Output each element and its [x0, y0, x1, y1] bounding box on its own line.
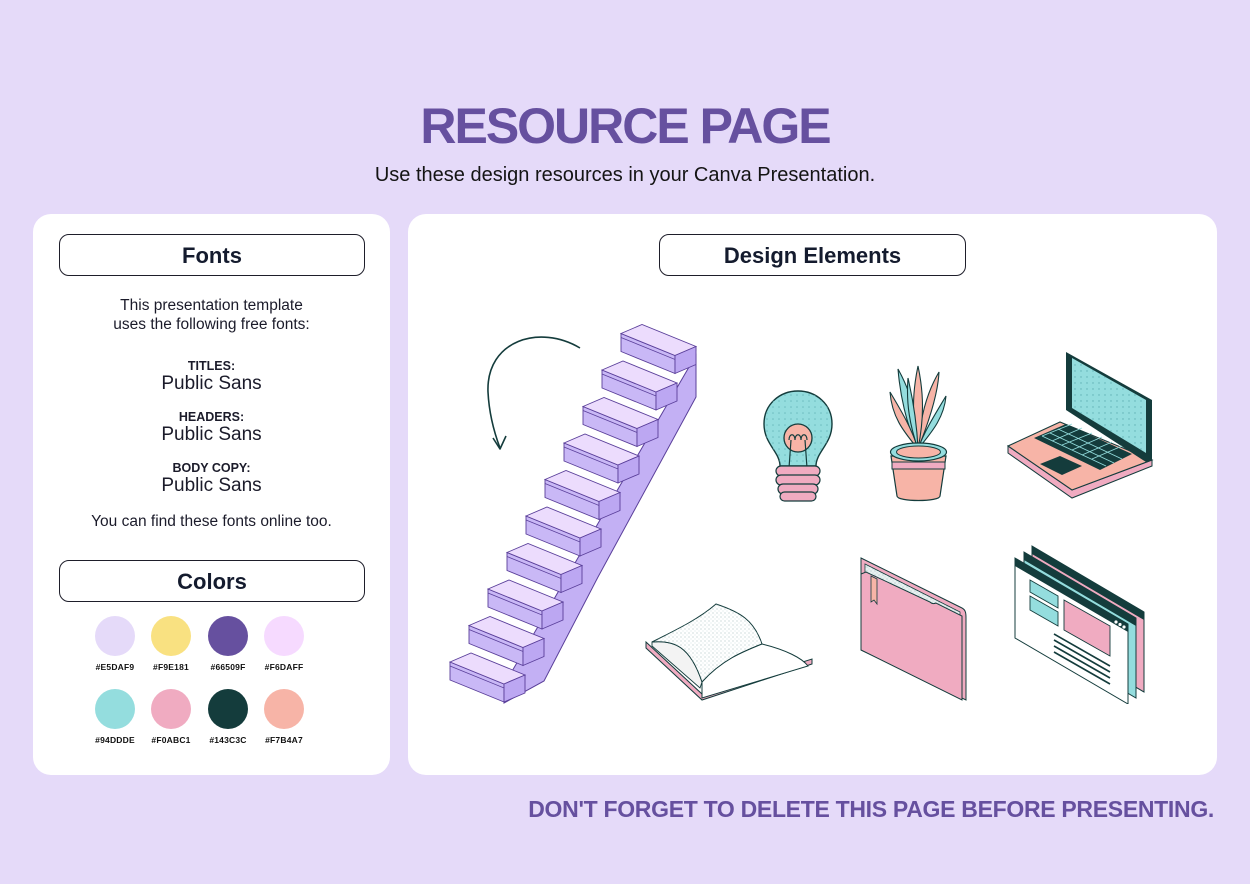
color-swatch-circle [208, 689, 248, 729]
lightbulb-icon [763, 390, 833, 502]
fonts-colors-card: Fonts This presentation template uses th… [33, 214, 390, 775]
font-entry-headers: HEADERS: Public Sans [33, 410, 390, 446]
color-swatch: #F6DAFF [249, 616, 319, 672]
fonts-heading: Fonts [59, 234, 365, 276]
font-entry-name: Public Sans [161, 373, 262, 394]
design-elements-card: Design Elements [408, 214, 1217, 775]
fonts-intro-line2: uses the following free fonts: [113, 316, 310, 333]
color-swatch-circle [264, 689, 304, 729]
page-subtitle: Use these design resources in your Canva… [374, 164, 876, 186]
color-swatch-circle [95, 689, 135, 729]
page-title: RESOURCE PAGE [420, 98, 831, 154]
design-elements-heading: Design Elements [659, 234, 966, 276]
color-swatch-circle [208, 616, 248, 656]
color-swatch: #F7B4A7 [249, 689, 319, 745]
color-swatch-hex: #F6DAFF [264, 662, 304, 672]
color-swatch-circle [264, 616, 304, 656]
font-entry-name: Public Sans [161, 475, 262, 496]
browser-windows-icon [1014, 545, 1145, 704]
delete-reminder: DON'T FORGET TO DELETE THIS PAGE BEFORE … [528, 796, 1214, 822]
color-swatch-circle [95, 616, 135, 656]
fonts-intro: This presentation template uses the foll… [33, 296, 390, 334]
color-swatch-hex: #F7B4A7 [265, 735, 303, 745]
font-entry-label: BODY COPY: [172, 461, 251, 475]
folder-icon [860, 557, 967, 701]
colors-heading: Colors [59, 560, 365, 602]
fonts-outro: You can find these fonts online too. [91, 513, 332, 530]
fonts-intro-line1: This presentation template [120, 297, 303, 314]
font-entry-titles: TITLES: Public Sans [33, 359, 390, 395]
potted-plant-icon [889, 365, 948, 502]
color-swatch-circle [151, 616, 191, 656]
font-entry-name: Public Sans [161, 424, 262, 445]
color-swatch-circle [151, 689, 191, 729]
font-entry-label: HEADERS: [178, 410, 245, 424]
font-entry-body-copy: BODY COPY: Public Sans [33, 461, 390, 497]
font-entry-label: TITLES: [187, 359, 236, 373]
laptop-icon [1006, 352, 1154, 499]
open-book-icon [645, 603, 813, 701]
